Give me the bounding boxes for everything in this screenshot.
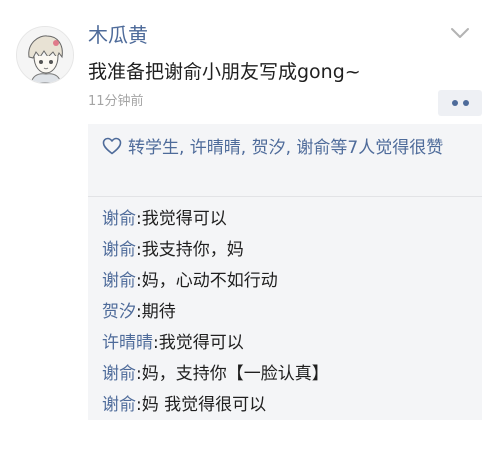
comment-text: 我觉得可以 xyxy=(141,209,227,229)
comment-text: 妈 我觉得很可以 xyxy=(141,395,267,415)
heart-outline-icon xyxy=(102,137,122,155)
comment-text: 我觉得可以 xyxy=(158,333,244,353)
interaction-panel: 转学生, 许晴晴, 贺汐, 谢俞等7人觉得很赞 谢俞:我觉得可以 谢俞:我支持你… xyxy=(88,124,482,420)
comment-item[interactable]: 谢俞:妈，支持你【一脸认真】 xyxy=(102,359,474,390)
likes-summary[interactable]: 转学生, 许晴晴, 贺汐, 谢俞等7人觉得很赞 xyxy=(102,136,474,160)
comment-item[interactable]: 谢俞:妈 我觉得很可以 xyxy=(102,390,474,421)
more-dot-icon xyxy=(462,100,469,106)
comment-author[interactable]: 谢俞 xyxy=(102,395,136,415)
comment-author[interactable]: 谢俞 xyxy=(102,271,136,291)
likes-text: 转学生, 许晴晴, 贺汐, 谢俞等7人觉得很赞 xyxy=(128,138,444,158)
more-options-button[interactable] xyxy=(438,90,482,116)
comment-text: 妈，心动不如行动 xyxy=(141,271,278,291)
comment-author[interactable]: 谢俞 xyxy=(102,240,136,260)
comment-item[interactable]: 贺汐:期待 xyxy=(102,297,474,328)
chevron-down-icon[interactable] xyxy=(446,22,474,44)
comment-text: 期待 xyxy=(141,302,176,322)
more-dot-icon xyxy=(451,100,458,106)
comment-item[interactable]: 谢俞:我支持你，妈 xyxy=(102,235,474,266)
comment-author[interactable]: 谢俞 xyxy=(102,364,136,384)
comment-list: 谢俞:我觉得可以 谢俞:我支持你，妈 谢俞:妈，心动不如行动 贺汐:期待 许晴晴… xyxy=(102,204,474,421)
post-timestamp: 11分钟前 xyxy=(88,94,144,109)
comment-author[interactable]: 贺汐 xyxy=(102,302,136,322)
feed-post: 木瓜黄 我准备把谢俞小朋友写成gong~ 11分钟前 转学生, 许晴晴, 贺汐,… xyxy=(0,0,500,459)
username[interactable]: 木瓜黄 xyxy=(88,22,148,48)
divider xyxy=(88,196,482,197)
comment-item[interactable]: 许晴晴:我觉得可以 xyxy=(102,328,474,359)
comment-author[interactable]: 许晴晴 xyxy=(102,333,153,353)
comment-text: 妈，支持你【一脸认真】 xyxy=(141,364,329,384)
comment-author[interactable]: 谢俞 xyxy=(102,209,136,229)
post-content: 我准备把谢俞小朋友写成gong~ xyxy=(88,61,361,83)
comment-text: 我支持你，妈 xyxy=(141,240,244,260)
avatar-illustration xyxy=(17,27,73,83)
comment-item[interactable]: 谢俞:我觉得可以 xyxy=(102,204,474,235)
comment-item[interactable]: 谢俞:妈，心动不如行动 xyxy=(102,266,474,297)
avatar[interactable] xyxy=(16,26,74,84)
